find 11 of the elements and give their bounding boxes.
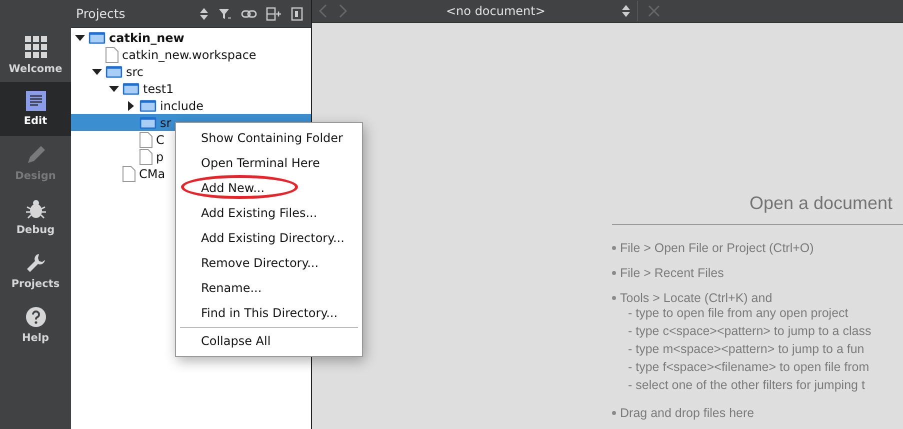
hint-subtext: - type f<space><filename> to open file from: [627, 360, 870, 376]
panel-title: Projects: [76, 6, 126, 21]
hint-text: Tools > Locate (Ctrl+K) and: [620, 290, 772, 304]
hint-text: File > Recent Files: [620, 266, 724, 280]
hint-subtext: - select one of the other filters for jumping t: [627, 378, 866, 394]
hint-text: File > Open File or Project (Ctrl+O): [620, 240, 814, 254]
hint-subtext: - type c<space><pattern> to jump to a class: [627, 324, 872, 340]
hint-subtext: - type to open file from any open project: [627, 306, 850, 322]
heading: Open a document: [748, 193, 894, 214]
hint-text: Drag and drop files here: [620, 406, 754, 420]
hint-subtext: - type m<space><pattern> to jump to a fun: [627, 342, 866, 358]
